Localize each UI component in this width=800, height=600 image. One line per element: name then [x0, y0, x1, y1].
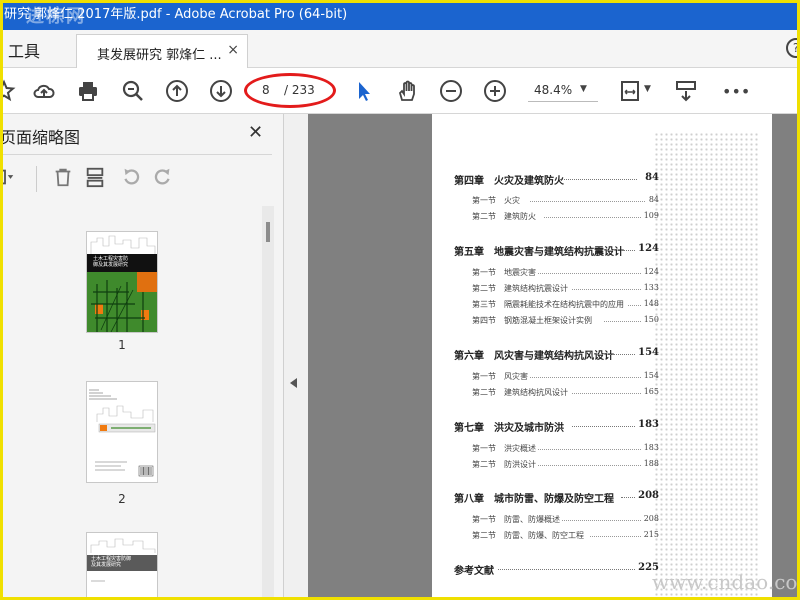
fit-page-icon[interactable] [618, 79, 642, 103]
panel-divider [0, 154, 272, 155]
thumbnail-scrollbar[interactable] [262, 206, 274, 600]
previous-page-icon[interactable] [165, 79, 189, 103]
tab-document-label: 其发展研究 郭烽仁 ... [97, 48, 222, 63]
watermark-top: 进棕网 [26, 6, 86, 27]
thumbnail-label-1: 1 [118, 338, 126, 352]
zoom-out-icon[interactable] [439, 79, 463, 103]
trash-icon[interactable] [52, 166, 76, 190]
keyboard-scroll-icon[interactable] [674, 79, 698, 103]
star-icon[interactable] [0, 79, 16, 103]
panel-toolbar [0, 162, 272, 192]
close-tab-icon[interactable]: × [227, 42, 239, 58]
panel-title: 页面缩略图 [0, 128, 81, 147]
upload-cloud-icon[interactable] [32, 79, 56, 103]
extract-pages-icon[interactable] [84, 166, 108, 190]
toolbar-separator [36, 166, 37, 192]
thumbnail-cover-title: 土木工程灾害防御及其发展研究 [91, 556, 132, 568]
print-icon[interactable] [76, 79, 100, 103]
fit-options-chevron-icon[interactable]: ▼ [644, 84, 651, 94]
chevron-down-icon[interactable]: ▼ [580, 84, 587, 94]
thumbnail-page-1[interactable]: 土木工程灾害防御及其发展研究 [86, 231, 158, 333]
main-toolbar: 8 / 233 48.4% ▼ ▼ ••• [0, 68, 800, 114]
rotate-left-icon[interactable] [120, 166, 144, 190]
annotation-circle [244, 73, 336, 108]
thumbnail-scrollbar-thumb[interactable] [266, 222, 270, 242]
zoom-in-icon[interactable] [483, 79, 507, 103]
help-icon[interactable]: ? [786, 38, 800, 58]
select-cursor-icon[interactable] [352, 79, 376, 103]
collapse-panel-icon[interactable] [290, 378, 297, 388]
window-titlebar: 研究 郭烽仁 2017年版.pdf - Adobe Acrobat Pro (6… [0, 0, 800, 30]
rotate-right-icon[interactable] [152, 166, 176, 190]
thumbnail-page-2[interactable] [86, 381, 158, 483]
panel-gutter [284, 114, 308, 600]
zoom-search-icon[interactable] [121, 79, 145, 103]
thumbnail-page-3[interactable]: 土木工程灾害防御及其发展研究 [86, 532, 158, 600]
thumbnail-label-2: 2 [118, 492, 126, 506]
thumbnails-panel: 页面缩略图 ✕ 土木工程灾害防御及其发展研究 1 2 土木工程灾害防御及其发展研… [0, 114, 284, 600]
thumbnail-cover-title: 土木工程灾害防御及其发展研究 [93, 256, 129, 268]
next-page-icon[interactable] [209, 79, 233, 103]
thumbnail-options-icon[interactable] [0, 166, 18, 190]
close-panel-icon[interactable]: ✕ [248, 122, 263, 143]
page-dot-pattern [654, 132, 758, 600]
watermark-bottom: www.cndao.co [652, 570, 798, 594]
tab-tools[interactable]: 工具 [8, 38, 40, 62]
more-tools-icon[interactable]: ••• [722, 82, 752, 106]
thumbnail-list: 土木工程灾害防御及其发展研究 1 2 土木工程灾害防御及其发展研究 [0, 206, 262, 600]
hand-tool-icon[interactable] [395, 79, 419, 103]
zoom-level-field[interactable]: 48.4% [528, 80, 598, 102]
tab-bar: 工具 其发展研究 郭烽仁 ... × ? [0, 30, 800, 69]
tab-document[interactable]: 其发展研究 郭烽仁 ... × [76, 34, 248, 69]
